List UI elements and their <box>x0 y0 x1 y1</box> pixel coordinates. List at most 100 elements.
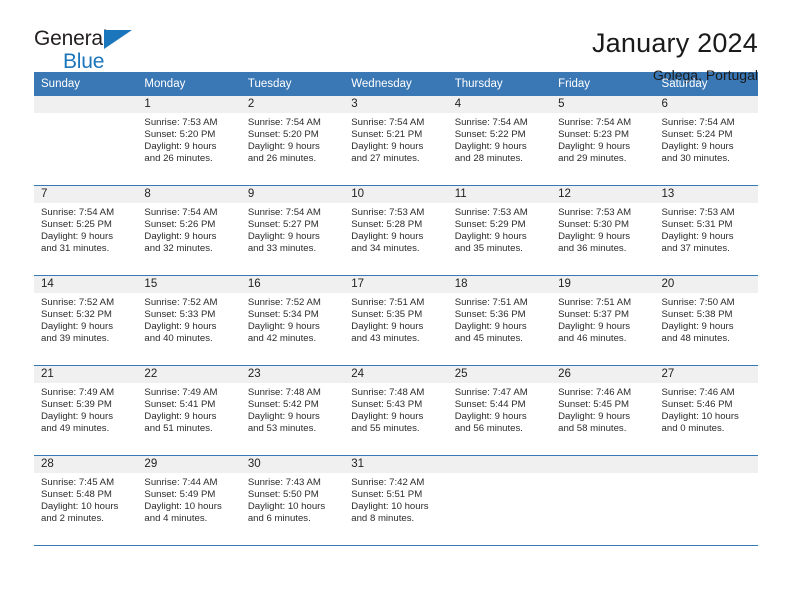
daylight-text-line1: Daylight: 9 hours <box>661 140 734 152</box>
day-cell-inner: 9 Sunrise: 7:54 AM Sunset: 5:27 PM Daylight… <box>240 186 345 275</box>
sunrise-text: Sunrise: 7:49 AM <box>144 387 218 398</box>
daylight-text-line2: and 6 minutes. <box>247 512 311 524</box>
calendar-day-cell[interactable]: 12 Sunrise: 7:53 AM Sunset: 5:30 PM Dayligh… <box>551 186 655 276</box>
day-cell-inner: 3 Sunrise: 7:54 AM Sunset: 5:21 PM Daylight… <box>344 96 448 185</box>
sunset-text: Sunset: 5:25 PM <box>41 218 112 230</box>
sunrise-text: Sunrise: 7:54 AM <box>454 117 528 128</box>
sunset-text: Sunset: 5:49 PM <box>144 488 216 500</box>
day-details <box>655 473 758 477</box>
calendar-day-cell[interactable]: 4 Sunrise: 7:54 AM Sunset: 5:22 PM Daylight… <box>447 96 552 186</box>
day-cell-inner: 23 Sunrise: 7:48 AM Sunset: 5:42 PM Dayligh… <box>240 366 345 455</box>
daylight-text-line1: Daylight: 9 hours <box>351 320 424 332</box>
calendar-day-cell[interactable]: 15 Sunrise: 7:52 AM Sunset: 5:33 PM Dayligh… <box>137 276 241 366</box>
calendar-day-cell[interactable]: 31 Sunrise: 7:42 AM Sunset: 5:51 PM Dayligh… <box>344 456 448 546</box>
daylight-text-line1: Daylight: 9 hours <box>41 230 113 242</box>
day-number: 13 <box>654 186 758 203</box>
day-number: 30 <box>240 456 345 473</box>
calendar-day-cell[interactable]: 6 Sunrise: 7:54 AM Sunset: 5:24 PM Daylight… <box>654 96 758 186</box>
calendar-day-cell[interactable]: 14 Sunrise: 7:52 AM Sunset: 5:32 PM Dayligh… <box>34 276 138 366</box>
calendar-day-cell[interactable]: 27 Sunrise: 7:46 AM Sunset: 5:46 PM Dayligh… <box>654 366 758 456</box>
day-cell-inner: 5 Sunrise: 7:54 AM Sunset: 5:23 PM Daylight… <box>551 96 655 185</box>
calendar-day-cell[interactable]: 29 Sunrise: 7:44 AM Sunset: 5:49 PM Dayligh… <box>137 456 241 546</box>
day-cell-inner: 25 Sunrise: 7:47 AM Sunset: 5:44 PM Dayligh… <box>447 366 552 455</box>
day-number: 3 <box>344 96 448 113</box>
calendar-day-cell[interactable]: 24 Sunrise: 7:48 AM Sunset: 5:43 PM Dayligh… <box>344 366 448 456</box>
daylight-text-line2: and 39 minutes. <box>41 332 110 344</box>
sunset-text: Sunset: 5:42 PM <box>247 398 319 410</box>
calendar-day-cell[interactable]: 5 Sunrise: 7:54 AM Sunset: 5:23 PM Daylight… <box>551 96 655 186</box>
day-number: 24 <box>344 366 448 383</box>
calendar-day-cell[interactable]: 9 Sunrise: 7:54 AM Sunset: 5:27 PM Daylight… <box>240 186 345 276</box>
calendar-day-cell[interactable]: 1 Sunrise: 7:53 AM Sunset: 5:20 PM Daylight… <box>137 96 241 186</box>
daylight-text-line1: Daylight: 9 hours <box>558 230 631 242</box>
sunrise-text: Sunrise: 7:54 AM <box>558 117 632 128</box>
sunset-text: Sunset: 5:22 PM <box>454 128 526 140</box>
day-cell-inner: 11 Sunrise: 7:53 AM Sunset: 5:29 PM Dayligh… <box>447 186 552 275</box>
day-cell-inner: 7 Sunrise: 7:54 AM Sunset: 5:25 PM Daylight… <box>34 186 138 275</box>
calendar-day-cell[interactable]: 23 Sunrise: 7:48 AM Sunset: 5:42 PM Dayligh… <box>240 366 345 456</box>
sunrise-text: Sunrise: 7:46 AM <box>558 387 632 398</box>
sunrise-text: Sunrise: 7:49 AM <box>41 387 115 398</box>
daylight-text-line2: and 40 minutes. <box>144 332 213 344</box>
sunset-text: Sunset: 5:44 PM <box>454 398 526 410</box>
page-header: General Blue January 2024 Golega, Portug… <box>34 0 758 83</box>
daylight-text-line1: Daylight: 9 hours <box>144 230 217 242</box>
calendar-day-cell[interactable]: 7 Sunrise: 7:54 AM Sunset: 5:25 PM Daylight… <box>34 186 138 276</box>
calendar-day-cell[interactable]: 17 Sunrise: 7:51 AM Sunset: 5:35 PM Dayligh… <box>344 276 448 366</box>
day-details: Sunrise: 7:42 AM Sunset: 5:51 PM Daylight:… <box>344 473 447 525</box>
daylight-text-line2: and 32 minutes. <box>144 242 213 254</box>
calendar-day-cell[interactable]: 30 Sunrise: 7:43 AM Sunset: 5:50 PM Dayligh… <box>240 456 345 546</box>
calendar-day-cell[interactable]: 8 Sunrise: 7:54 AM Sunset: 5:26 PM Daylight… <box>137 186 241 276</box>
day-cell-inner <box>34 96 138 185</box>
day-details: Sunrise: 7:48 AM Sunset: 5:43 PM Daylight:… <box>344 383 447 435</box>
day-number: 6 <box>654 96 758 113</box>
calendar-day-cell-empty <box>34 96 138 186</box>
sunrise-text: Sunrise: 7:52 AM <box>247 297 321 308</box>
weekday-header-tuesday: Tuesday <box>240 72 345 96</box>
calendar-day-cell[interactable]: 26 Sunrise: 7:46 AM Sunset: 5:45 PM Dayligh… <box>551 366 655 456</box>
sunset-text: Sunset: 5:24 PM <box>661 128 733 140</box>
calendar-day-cell[interactable]: 10 Sunrise: 7:53 AM Sunset: 5:28 PM Dayligh… <box>344 186 448 276</box>
day-details: Sunrise: 7:51 AM Sunset: 5:35 PM Daylight:… <box>344 293 447 345</box>
calendar-day-cell[interactable]: 18 Sunrise: 7:51 AM Sunset: 5:36 PM Dayligh… <box>447 276 552 366</box>
day-number: 26 <box>551 366 655 383</box>
daylight-text-line1: Daylight: 9 hours <box>144 320 217 332</box>
day-details <box>34 113 137 117</box>
calendar-day-cell[interactable]: 16 Sunrise: 7:52 AM Sunset: 5:34 PM Dayligh… <box>240 276 345 366</box>
calendar-day-cell[interactable]: 3 Sunrise: 7:54 AM Sunset: 5:21 PM Daylight… <box>344 96 448 186</box>
calendar-day-cell[interactable]: 19 Sunrise: 7:51 AM Sunset: 5:37 PM Dayligh… <box>551 276 655 366</box>
day-cell-inner: 12 Sunrise: 7:53 AM Sunset: 5:30 PM Dayligh… <box>551 186 655 275</box>
day-details: Sunrise: 7:52 AM Sunset: 5:34 PM Daylight:… <box>241 293 344 345</box>
calendar-day-cell[interactable]: 11 Sunrise: 7:53 AM Sunset: 5:29 PM Dayligh… <box>447 186 552 276</box>
daylight-text-line1: Daylight: 10 hours <box>247 500 326 512</box>
daylight-text-line2: and 46 minutes. <box>558 332 627 344</box>
day-details <box>551 473 654 477</box>
daylight-text-line2: and 34 minutes. <box>351 242 420 254</box>
weekday-header-monday: Monday <box>137 72 241 96</box>
calendar-day-cell[interactable]: 28 Sunrise: 7:45 AM Sunset: 5:48 PM Dayligh… <box>34 456 138 546</box>
day-number: 15 <box>137 276 241 293</box>
sunrise-text: Sunrise: 7:54 AM <box>661 117 735 128</box>
day-details: Sunrise: 7:54 AM Sunset: 5:24 PM Daylight:… <box>655 113 758 165</box>
day-number: 29 <box>137 456 241 473</box>
sunrise-text: Sunrise: 7:54 AM <box>41 207 115 218</box>
month-calendar: Sunday Monday Tuesday Wednesday Thursday Frid… <box>34 72 758 546</box>
brand-logo[interactable]: General Blue <box>34 28 154 72</box>
daylight-text-line2: and 58 minutes. <box>558 422 627 434</box>
calendar-day-cell[interactable]: 20 Sunrise: 7:50 AM Sunset: 5:38 PM Dayligh… <box>654 276 758 366</box>
daylight-text-line2: and 36 minutes. <box>558 242 627 254</box>
calendar-day-cell[interactable]: 2 Sunrise: 7:54 AM Sunset: 5:20 PM Daylight… <box>240 96 345 186</box>
sunrise-text: Sunrise: 7:43 AM <box>247 477 321 488</box>
day-number: 18 <box>447 276 552 293</box>
calendar-day-cell[interactable]: 25 Sunrise: 7:47 AM Sunset: 5:44 PM Dayligh… <box>447 366 552 456</box>
sunrise-text: Sunrise: 7:42 AM <box>351 477 425 488</box>
sunset-text: Sunset: 5:48 PM <box>41 488 112 500</box>
daylight-text-line1: Daylight: 9 hours <box>454 410 527 422</box>
calendar-day-cell[interactable]: 22 Sunrise: 7:49 AM Sunset: 5:41 PM Dayligh… <box>137 366 241 456</box>
calendar-day-cell[interactable]: 13 Sunrise: 7:53 AM Sunset: 5:31 PM Dayligh… <box>654 186 758 276</box>
day-number: 4 <box>447 96 552 113</box>
day-details: Sunrise: 7:51 AM Sunset: 5:37 PM Daylight:… <box>551 293 654 345</box>
day-number: 14 <box>34 276 138 293</box>
day-details: Sunrise: 7:53 AM Sunset: 5:20 PM Daylight:… <box>137 113 240 165</box>
calendar-day-cell[interactable]: 21 Sunrise: 7:49 AM Sunset: 5:39 PM Dayligh… <box>34 366 138 456</box>
